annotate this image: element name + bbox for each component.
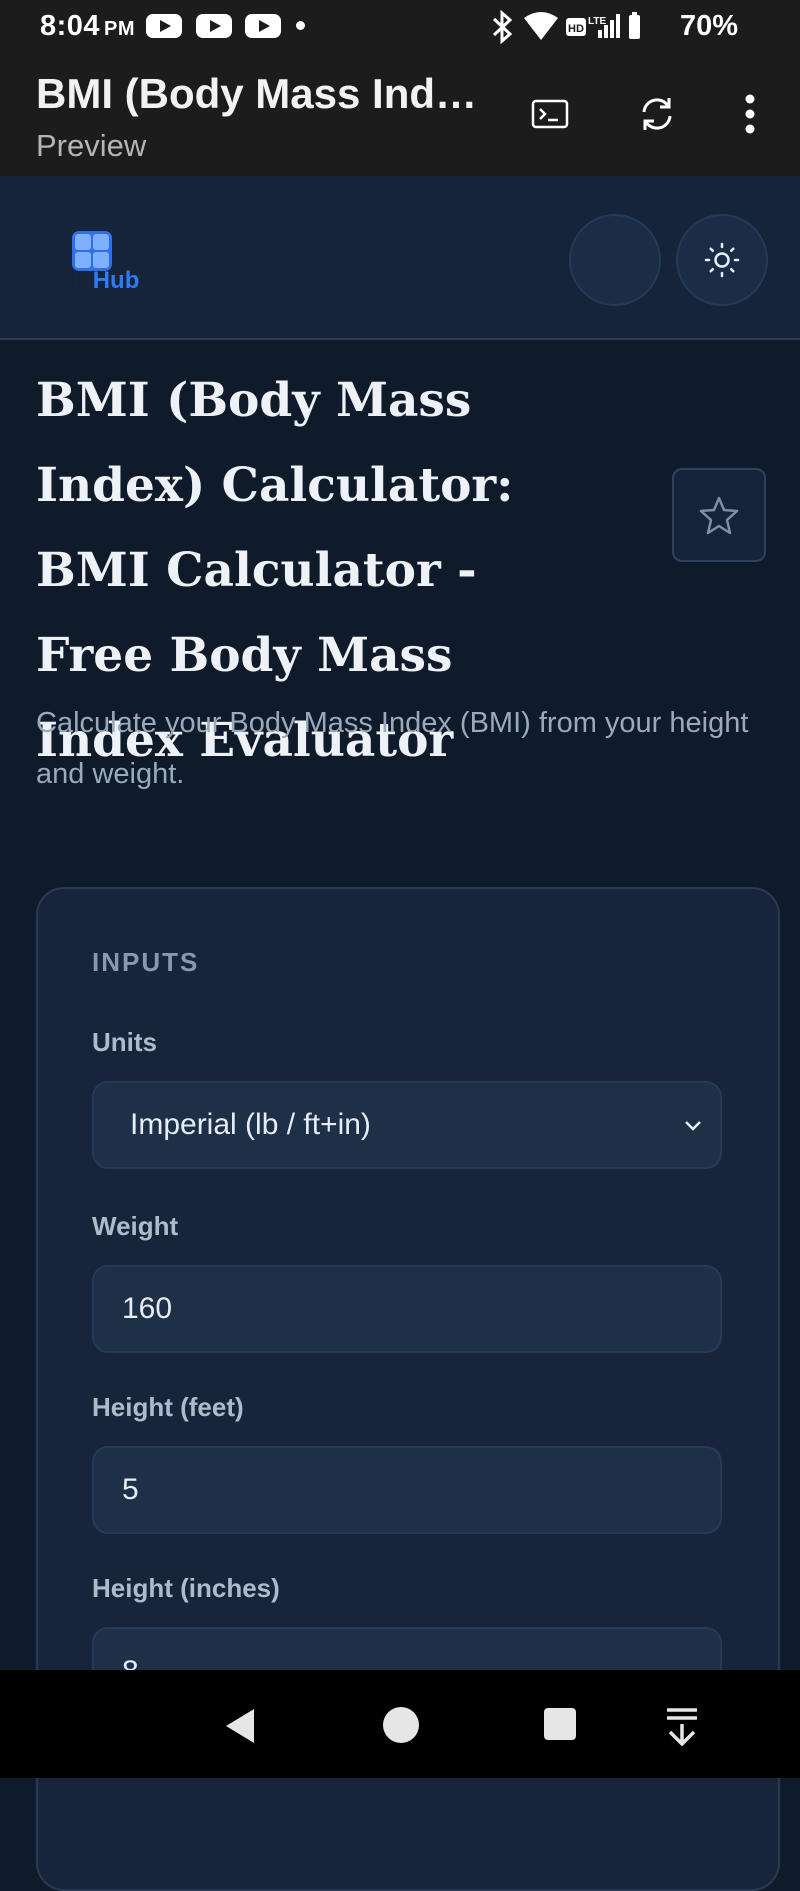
status-icons: HD LTE [492, 10, 640, 44]
youtube-icon [196, 14, 232, 38]
svg-text:HD: HD [568, 23, 584, 35]
more-vert-icon [745, 94, 755, 134]
system-nav-bar [0, 1670, 800, 1778]
bluetooth-icon [492, 10, 513, 44]
units-label: Units [92, 1027, 157, 1057]
site-header: CalcHub [0, 176, 800, 340]
sun-icon [704, 242, 740, 278]
weight-label: Weight [92, 1211, 179, 1241]
height-feet-label: Height (feet) [92, 1392, 244, 1422]
account-button[interactable] [569, 214, 661, 306]
calchub-logo[interactable]: CalcHub [42, 231, 147, 301]
units-select[interactable]: Imperial (lb / ft+in) [92, 1081, 722, 1169]
height-feet-input[interactable]: 5 [92, 1446, 722, 1534]
theme-toggle-button[interactable] [676, 214, 768, 306]
battery-percent: 70% [679, 10, 738, 42]
svg-text:LTE: LTE [588, 16, 606, 27]
units-select-value: Imperial (lb / ft+in) [130, 1108, 371, 1141]
signal-icon: LTE [588, 14, 620, 38]
wifi-icon [524, 12, 558, 40]
back-icon[interactable] [222, 1706, 258, 1746]
height-feet-input-value: 5 [122, 1473, 139, 1506]
app-bar-title: BMI (Body Mass Ind… [36, 70, 478, 117]
app-bar-subtitle: Preview [36, 128, 147, 163]
refresh-button[interactable] [627, 84, 687, 144]
weight-input[interactable]: 160 [92, 1265, 722, 1353]
recents-icon[interactable] [542, 1706, 578, 1742]
page-description: Calculate your Body Mass Index (BMI) fro… [36, 707, 749, 790]
youtube-icon [146, 14, 182, 38]
status-bar: 8:04 PM HD LTE 70% [0, 0, 800, 56]
terminal-button[interactable] [520, 84, 580, 144]
home-icon[interactable] [382, 1706, 420, 1744]
favorite-button[interactable] [672, 468, 766, 562]
nav-down-icon[interactable] [664, 1706, 700, 1746]
chevron-down-icon [685, 1121, 701, 1131]
terminal-icon [531, 99, 569, 129]
height-inches-label: Height (inches) [92, 1573, 280, 1603]
app-bar: BMI (Body Mass Ind… Preview [0, 56, 800, 176]
refresh-icon [642, 98, 672, 130]
battery-icon [629, 12, 640, 39]
youtube-icon [245, 14, 281, 38]
inputs-section-label: INPUTS [92, 947, 200, 977]
status-time: 8:04 PM [40, 10, 136, 42]
notification-dot-icon [296, 21, 305, 30]
logo-text: CalcHub [42, 267, 140, 294]
weight-input-value: 160 [122, 1292, 173, 1325]
more-options-button[interactable] [720, 84, 780, 144]
calculator-logo-icon [72, 231, 112, 271]
star-outline-icon [699, 496, 739, 535]
hd-badge-icon: HD [566, 18, 586, 36]
